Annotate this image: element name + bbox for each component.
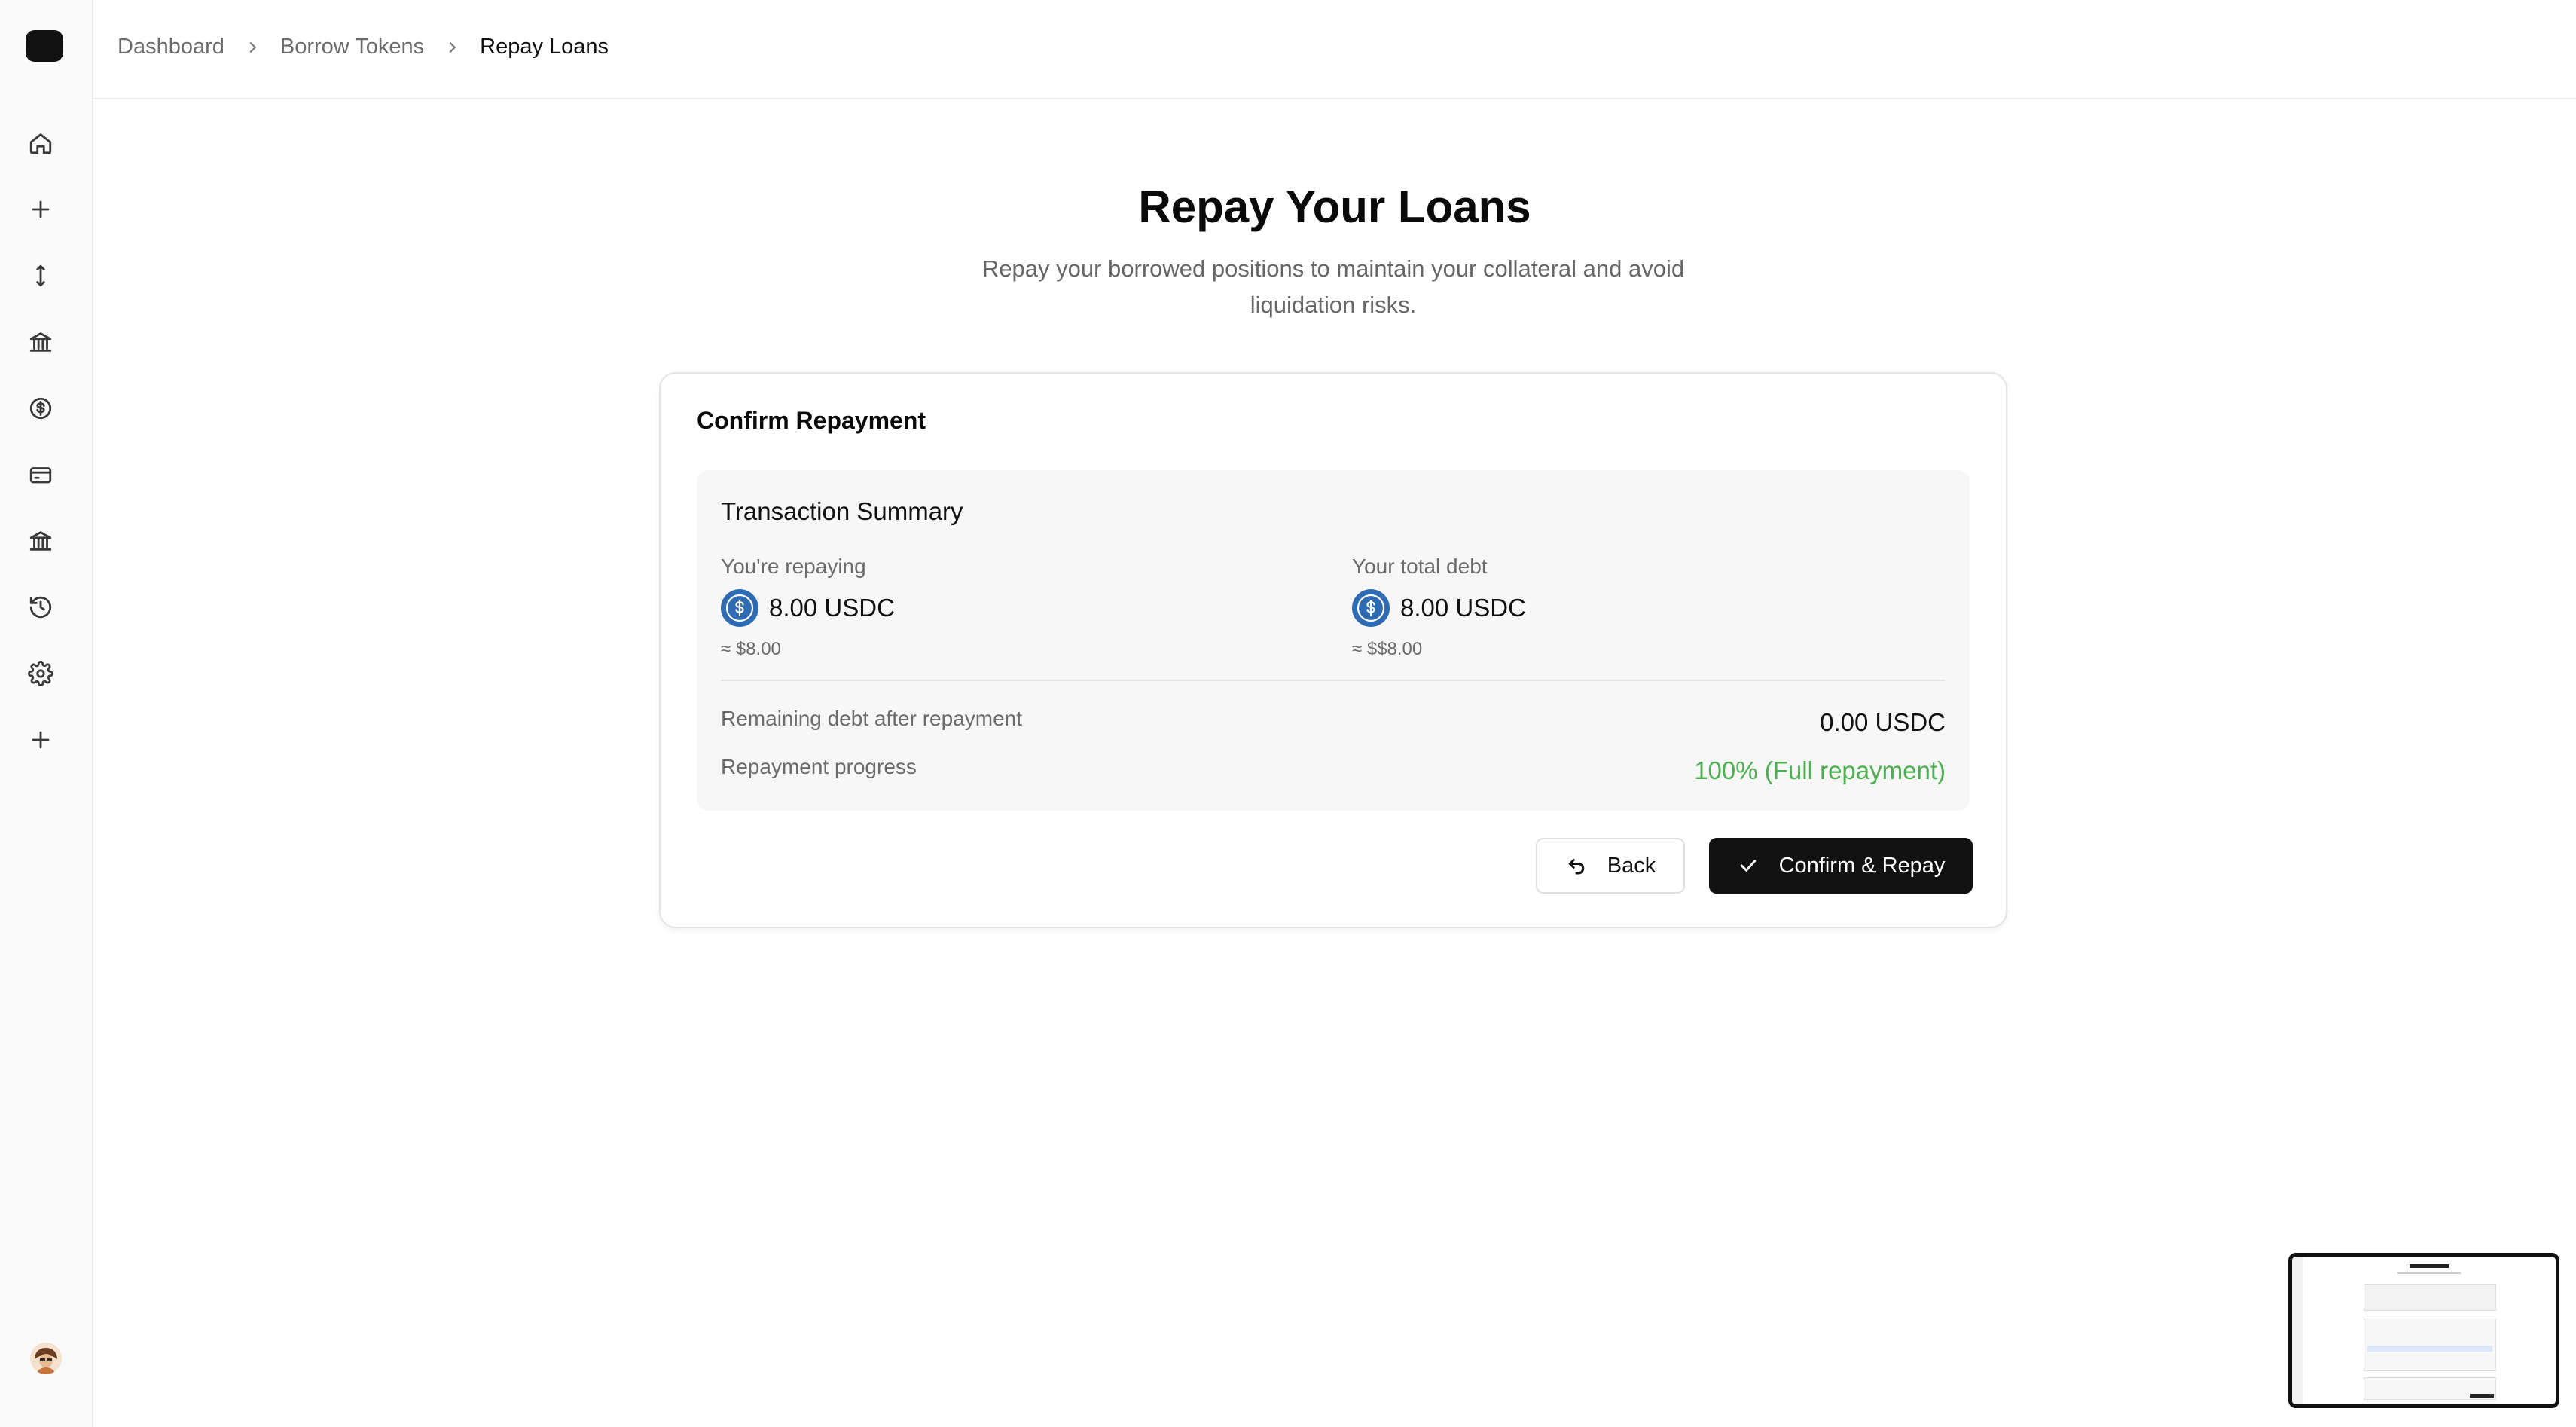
sidebar-item-bank[interactable] <box>24 325 57 359</box>
breadcrumb-dashboard[interactable]: Dashboard <box>118 35 224 60</box>
user-avatar-icon <box>30 1343 62 1374</box>
usdc-icon <box>1352 589 1390 627</box>
breadcrumb-repay-loans: Repay Loans <box>480 35 609 59</box>
plus-icon <box>32 731 50 749</box>
app-window: Dashboard Borrow Tokens Repay Loans Repa… <box>0 0 2576 1427</box>
check-icon <box>1740 860 1756 872</box>
repayment-progress-label: Repayment progress <box>721 755 917 778</box>
home-icon <box>29 133 52 154</box>
bank-icon <box>29 531 52 551</box>
dollar-circle-icon <box>29 397 52 420</box>
summary-title: Transaction Summary <box>721 497 963 525</box>
sidebar-item-transfer[interactable] <box>24 259 57 292</box>
sidebar-item-add[interactable] <box>24 193 57 226</box>
card-title: Confirm Repayment <box>697 407 926 434</box>
total-debt-amount: 8.00 USDC <box>1400 594 1526 622</box>
sidebar-item-history[interactable] <box>24 591 57 624</box>
sidebar-item-add-2[interactable] <box>24 723 57 756</box>
total-debt-approx-value: ≈ $$8.00 <box>1352 639 1423 659</box>
sidebar-item-card[interactable] <box>24 458 57 491</box>
repaying-label: You're repaying <box>721 555 866 578</box>
confirm-repayment-card: Confirm Repayment Transaction Summary Yo… <box>659 372 2007 928</box>
transfer-icon <box>36 264 45 287</box>
sidebar-item-home[interactable] <box>24 127 57 160</box>
avatar[interactable] <box>30 1343 62 1374</box>
back-button[interactable]: Back <box>1536 838 1685 894</box>
sidebar-item-dollar[interactable] <box>24 392 57 425</box>
page-thumbnail-preview[interactable] <box>2288 1253 2559 1408</box>
page-title: Repay Your Loans <box>1138 182 1531 232</box>
chevron-right-icon <box>244 39 261 56</box>
repaying-amount: 8.00 USDC <box>769 594 895 622</box>
return-arrow-icon <box>1568 859 1584 875</box>
page-subtitle: Repay your borrowed positions to maintai… <box>981 255 1685 318</box>
repayment-progress-value: 100% (Full repayment) <box>1694 756 1946 784</box>
total-debt-column: Your total debt 8.00 USDC ≈ $$8.00 <box>1352 555 1526 660</box>
plus-icon <box>32 200 50 218</box>
repaying-approx-value: ≈ $8.00 <box>721 639 781 659</box>
sidebar <box>0 0 93 1427</box>
gear-icon <box>28 661 53 686</box>
confirm-repay-button-label: Confirm & Repay <box>1778 853 1946 878</box>
credit-card-icon <box>29 467 52 484</box>
bank-icon <box>29 332 52 352</box>
total-debt-label: Your total debt <box>1352 555 1488 578</box>
remaining-debt-value: 0.00 USDC <box>1820 708 1946 736</box>
repaying-amount-row: 8.00 USDC <box>721 589 895 627</box>
confirm-repay-button[interactable]: Confirm & Repay <box>1709 838 1973 894</box>
remaining-debt-label: Remaining debt after repayment <box>721 707 1022 730</box>
summary-divider <box>721 680 1946 681</box>
repaying-column: You're repaying 8.00 USDC ≈ $8.00 <box>721 555 895 660</box>
chevron-right-icon <box>444 39 460 56</box>
breadcrumb-borrow-tokens[interactable]: Borrow Tokens <box>280 35 424 60</box>
app-logo[interactable] <box>26 30 63 62</box>
sidebar-item-settings[interactable] <box>24 657 57 690</box>
usdc-icon <box>721 589 758 627</box>
sidebar-item-bank-2[interactable] <box>24 524 57 558</box>
breadcrumb: Dashboard Borrow Tokens Repay Loans <box>118 35 609 60</box>
transaction-summary: Transaction Summary You're repaying 8.00… <box>697 470 1970 811</box>
history-icon <box>29 596 52 619</box>
total-debt-amount-row: 8.00 USDC <box>1352 589 1526 627</box>
back-button-label: Back <box>1607 853 1656 878</box>
top-bar: Dashboard Borrow Tokens Repay Loans <box>93 0 2576 99</box>
